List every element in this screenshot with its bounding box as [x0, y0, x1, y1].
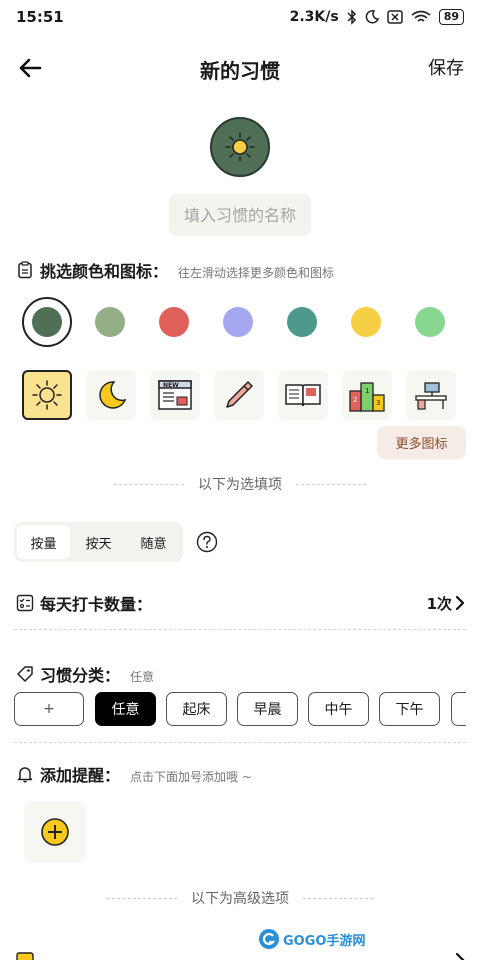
daily-count-value-wrap: 1次 — [427, 593, 466, 614]
wifi-icon — [411, 10, 431, 22]
advanced-divider-label: 以下为高级选项 — [191, 891, 289, 907]
sun-icon — [32, 380, 62, 410]
svg-text:1: 1 — [365, 387, 369, 395]
watermark: GOGO手游网 — [258, 928, 365, 950]
sun-icon — [225, 132, 255, 162]
category-title: 习惯分类： — [40, 666, 121, 685]
more-icons-button[interactable]: 更多图标 — [377, 426, 466, 459]
tab-any[interactable]: 随意 — [127, 525, 180, 559]
watermark-text: GOGO手游网 — [283, 933, 366, 949]
divider-dash — [303, 897, 373, 899]
advanced-settings-row[interactable] — [16, 950, 466, 960]
optional-divider: 以下为选填项 — [0, 474, 480, 494]
section-divider — [14, 629, 466, 630]
desk-icon — [415, 382, 447, 410]
bluetooth-icon — [347, 9, 356, 25]
category-chip[interactable]: 下午 — [379, 692, 440, 726]
color-swatch[interactable] — [95, 307, 125, 337]
moon-icon — [365, 10, 379, 24]
habit-icon-preview[interactable] — [210, 117, 270, 177]
divider-dash — [114, 483, 184, 485]
pencil-icon — [226, 381, 253, 408]
category-chip[interactable]: 早晨 — [237, 692, 298, 726]
header-bar: 新的习惯 保存 — [0, 46, 480, 90]
reminder-hint: 点击下面加号添加哦 ~ — [130, 770, 252, 784]
settings-row-icon — [16, 952, 34, 960]
color-swatch[interactable] — [287, 307, 317, 337]
section-divider — [14, 742, 466, 743]
category-chip[interactable]: 起床 — [166, 692, 227, 726]
clipboard-icon — [18, 261, 32, 279]
optional-divider-label: 以下为选填项 — [198, 477, 282, 493]
bell-icon — [17, 767, 33, 783]
add-category-button[interactable]: + — [14, 692, 84, 726]
status-bar: 15:51 2.3K/s 89 — [0, 0, 480, 34]
help-icon[interactable] — [196, 531, 218, 553]
category-chip-partial[interactable] — [451, 692, 466, 726]
plus-circle-icon — [41, 818, 69, 846]
category-current: 任意 — [130, 670, 155, 684]
category-chip-list: + 任意 起床 早晨 中午 下午 — [14, 692, 466, 728]
reminder-title: 添加提醒： — [40, 766, 121, 785]
mode-segmented-control: 按量 按天 随意 — [14, 522, 183, 562]
status-time: 15:51 — [16, 8, 64, 26]
icon-picker: NEW 12 3 — [22, 370, 462, 420]
sim-icon — [386, 10, 403, 24]
book-icon — [285, 384, 321, 407]
category-chip[interactable]: 任意 — [95, 692, 156, 726]
category-section-header: 习惯分类： 任意 — [16, 662, 154, 686]
daily-count-row[interactable]: 每天打卡数量： 1次 — [16, 590, 466, 616]
icon-option-sun[interactable] — [22, 370, 72, 420]
tab-by-quantity[interactable]: 按量 — [17, 525, 70, 559]
tag-icon — [17, 666, 33, 682]
svg-text:NEW: NEW — [163, 382, 179, 389]
tab-by-day[interactable]: 按天 — [72, 525, 125, 559]
picker-section-header: 挑选颜色和图标： 往左滑动选择更多颜色和图标 — [16, 258, 334, 282]
page-title: 新的习惯 — [200, 59, 280, 83]
svg-text:3: 3 — [376, 399, 380, 407]
picker-hint: 往左滑动选择更多颜色和图标 — [178, 266, 335, 280]
reminder-section-header: 添加提醒： 点击下面加号添加哦 ~ — [16, 762, 252, 786]
color-swatch[interactable] — [159, 307, 189, 337]
color-picker — [22, 297, 462, 347]
color-swatch[interactable] — [351, 307, 381, 337]
status-icons: 2.3K/s 89 — [290, 9, 464, 25]
battery-icon: 89 — [438, 9, 464, 25]
picker-title: 挑选颜色和图标： — [40, 262, 169, 281]
advanced-divider: 以下为高级选项 — [0, 888, 480, 908]
divider-dash — [296, 483, 366, 485]
chevron-right-icon — [455, 952, 465, 960]
color-swatch-selected[interactable] — [22, 297, 72, 347]
daily-count-value: 1次 — [426, 594, 452, 613]
add-reminder-button[interactable] — [24, 801, 86, 863]
chevron-right-icon — [455, 595, 465, 611]
divider-dash — [107, 897, 177, 899]
daily-count-title: 每天打卡数量： — [40, 595, 153, 614]
icon-option-pencil[interactable] — [214, 370, 264, 420]
icon-option-desk[interactable] — [406, 370, 456, 420]
gogo-logo-icon — [259, 929, 279, 949]
icon-option-book[interactable] — [278, 370, 328, 420]
save-button[interactable]: 保存 — [428, 54, 464, 80]
icon-option-moon[interactable] — [86, 370, 136, 420]
newspaper-icon: NEW — [158, 380, 192, 410]
checklist-icon — [16, 594, 34, 612]
color-swatch[interactable] — [415, 307, 445, 337]
icon-option-podium[interactable]: 12 3 — [342, 370, 392, 420]
arrow-left-icon[interactable] — [16, 54, 44, 82]
moon-icon — [99, 381, 127, 409]
habit-name-input[interactable] — [169, 194, 311, 236]
svg-text:2: 2 — [353, 396, 357, 404]
network-speed: 2.3K/s — [289, 9, 339, 25]
category-chip[interactable]: 中午 — [308, 692, 369, 726]
color-swatch-fill — [32, 307, 62, 337]
podium-icon: 12 3 — [349, 382, 385, 412]
icon-option-newspaper[interactable]: NEW — [150, 370, 200, 420]
color-swatch[interactable] — [223, 307, 253, 337]
